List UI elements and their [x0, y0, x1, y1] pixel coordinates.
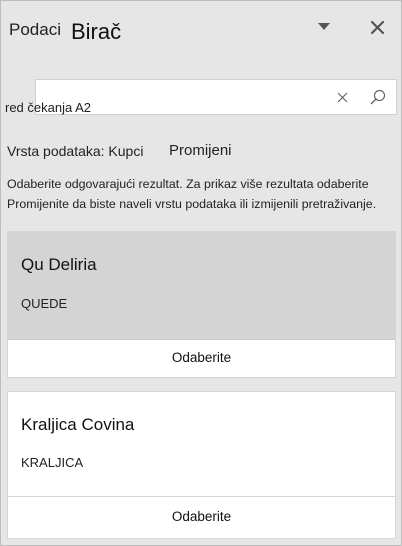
result-name: Qu Deliria [21, 255, 97, 274]
select-result-button[interactable]: Odaberite [8, 338, 395, 377]
select-result-button[interactable]: Odaberite [8, 495, 395, 538]
result-code: KRALJICA [21, 455, 84, 470]
pane-title-part2: Birač [71, 19, 122, 44]
instructions-line-2: Promijenite da biste naveli vrstu podata… [7, 197, 377, 211]
result-card-body[interactable]: Qu Deliria QUEDE [8, 232, 395, 340]
search-icon [370, 89, 386, 105]
result-card[interactable]: Qu Deliria QUEDE Odaberite [7, 231, 396, 378]
clear-icon [337, 92, 347, 102]
result-name: Kraljica Covina [21, 415, 135, 434]
close-icon [370, 20, 384, 34]
instructions-line-1: Odaberite odgovarajući rezultat. Za prik… [7, 177, 369, 191]
pane-options-button[interactable] [312, 15, 336, 39]
chevron-down-icon [318, 23, 330, 30]
search-input[interactable] [5, 97, 325, 117]
instructions-text: Odaberite odgovarajući rezultat. Za prik… [7, 174, 399, 214]
close-pane-button[interactable] [365, 15, 389, 39]
search-button[interactable] [368, 87, 388, 107]
data-type-label: Vrsta podataka: Kupci [7, 143, 144, 159]
clear-search-button[interactable] [332, 87, 352, 107]
result-code: QUEDE [21, 296, 68, 311]
data-picker-pane: Podaci Birač Vrsta podataka: Kupci Promi… [0, 0, 402, 546]
pane-header: Podaci Birač [1, 1, 401, 51]
pane-title-part1: Podaci [9, 20, 61, 39]
result-card-body[interactable]: Kraljica Covina KRALJICA [8, 392, 395, 497]
result-card[interactable]: Kraljica Covina KRALJICA Odaberite [7, 391, 396, 539]
change-data-type-link[interactable]: Promijeni [169, 142, 232, 159]
